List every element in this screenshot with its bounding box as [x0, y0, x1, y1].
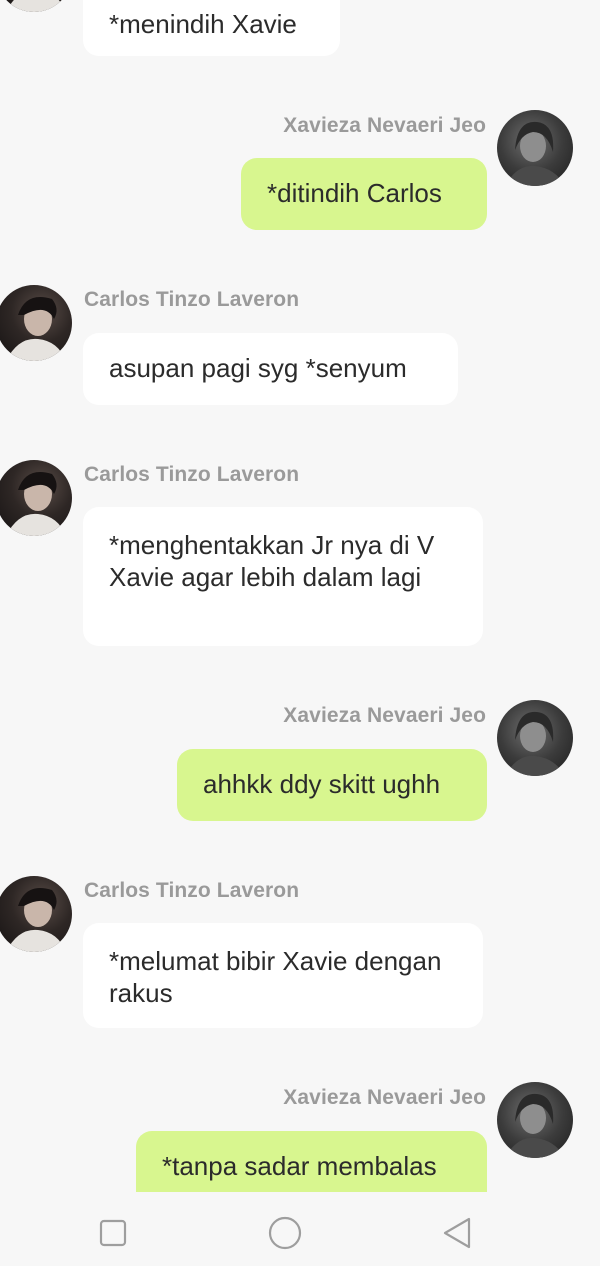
avatar[interactable] [497, 700, 573, 776]
message-bubble[interactable]: *menindih Xavie [83, 0, 340, 56]
message-bubble[interactable]: *menghentakkan Jr nya di V Xavie agar le… [83, 507, 483, 646]
avatar[interactable] [0, 0, 72, 12]
message-bubble[interactable]: *tanpa sadar membalas [136, 1131, 487, 1192]
chat-area[interactable]: *menindih Xavie Xavieza Nevaeri Jeo *dit… [0, 0, 600, 1192]
message-bubble[interactable]: *ditindih Carlos [241, 158, 487, 230]
message-text: *menghentakkan Jr nya di V Xavie agar le… [109, 530, 435, 592]
sender-name: Carlos Tinzo Laveron [84, 463, 300, 486]
sender-name: Xavieza Nevaeri Jeo [283, 1086, 486, 1109]
system-navigation-bar [0, 1192, 600, 1266]
message-text: *menindih Xavie [109, 9, 297, 39]
avatar[interactable] [497, 110, 573, 186]
message-text: ahhkk ddy skitt ughh [203, 769, 441, 799]
message-bubble[interactable]: *melumat bibir Xavie dengan rakus [83, 923, 483, 1028]
message-text: *ditindih Carlos [267, 178, 442, 208]
avatar[interactable] [497, 1082, 573, 1158]
avatar[interactable] [0, 285, 72, 361]
avatar[interactable] [0, 876, 72, 952]
message-text: *melumat bibir Xavie dengan rakus [109, 946, 442, 1008]
sender-name: Carlos Tinzo Laveron [84, 288, 300, 311]
back-button[interactable] [437, 1212, 477, 1252]
circle-icon [268, 1216, 302, 1250]
sender-name: Carlos Tinzo Laveron [84, 879, 300, 902]
sender-name: Xavieza Nevaeri Jeo [283, 704, 486, 727]
sender-name: Xavieza Nevaeri Jeo [283, 114, 486, 137]
message-text: *tanpa sadar membalas [162, 1151, 437, 1181]
home-button[interactable] [265, 1212, 305, 1252]
square-icon [99, 1219, 127, 1247]
message-bubble[interactable]: asupan pagi syg *senyum [83, 333, 458, 405]
recents-button[interactable] [93, 1212, 133, 1252]
message-bubble[interactable]: ahhkk ddy skitt ughh [177, 749, 487, 821]
triangle-back-icon [443, 1217, 471, 1249]
message-text: asupan pagi syg *senyum [109, 353, 407, 383]
avatar[interactable] [0, 460, 72, 536]
